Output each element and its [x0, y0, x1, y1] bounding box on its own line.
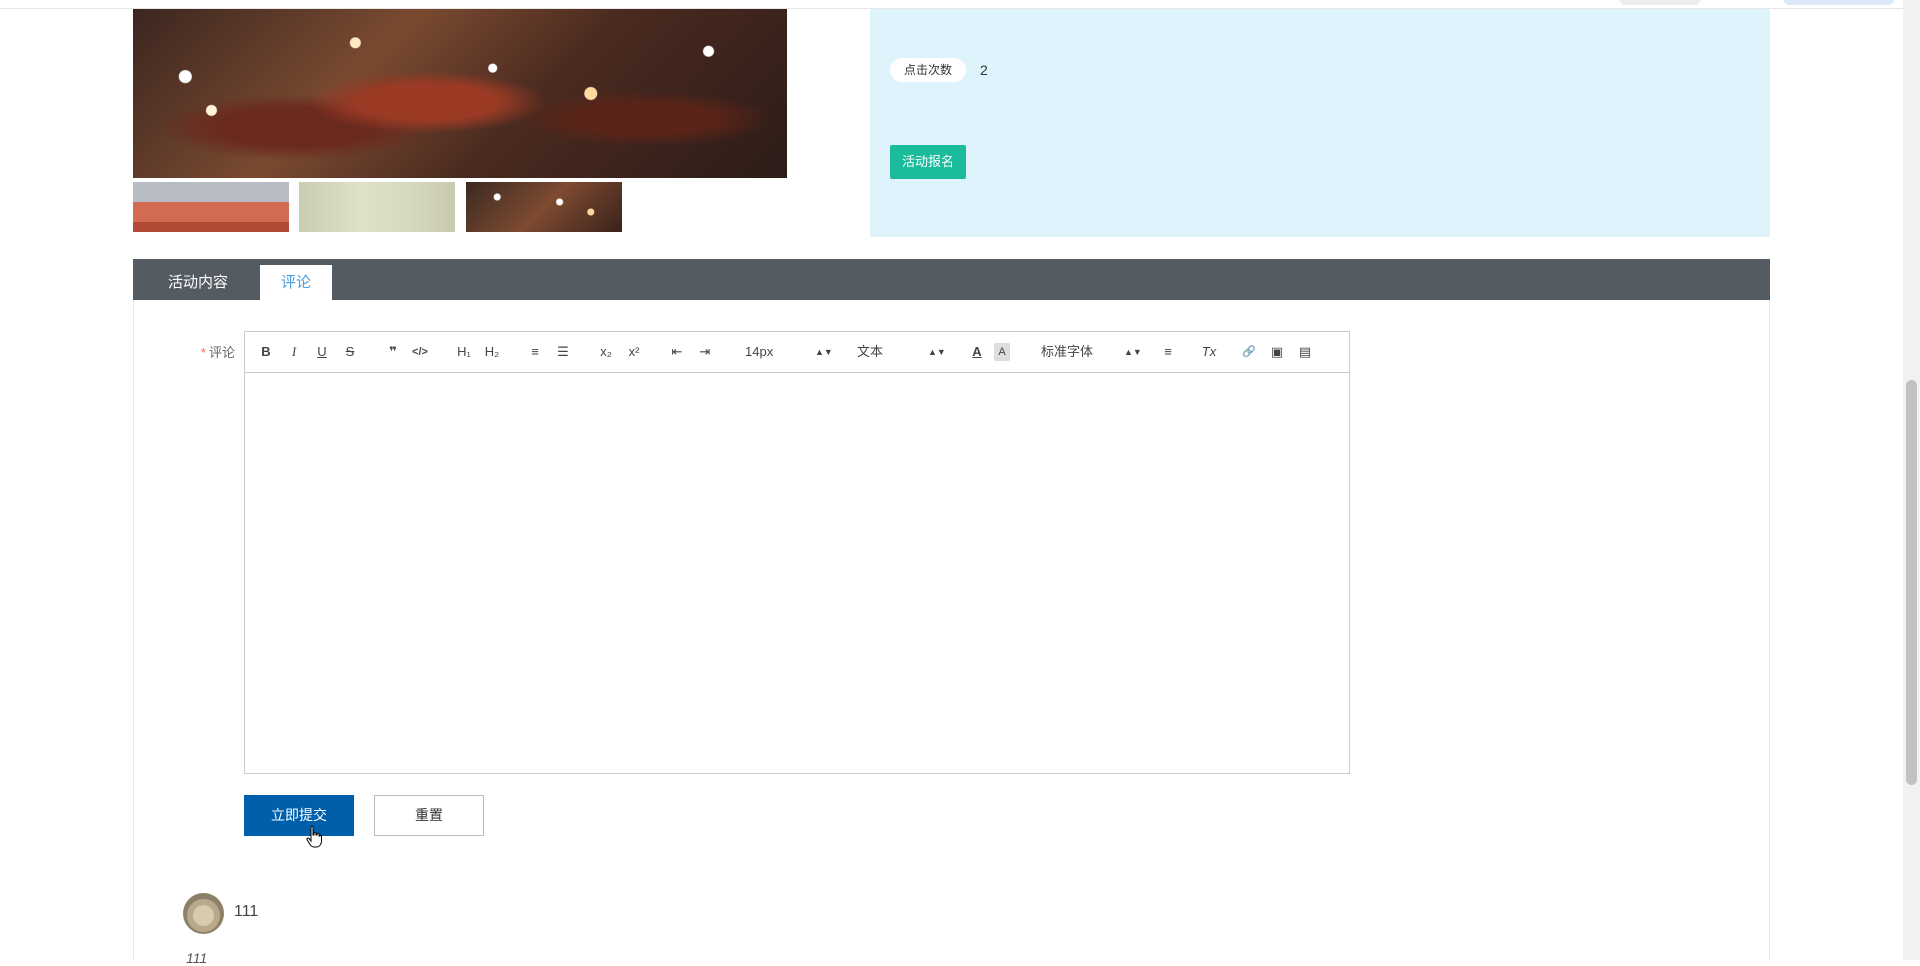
hand-cursor-icon — [306, 826, 322, 848]
font-size-select[interactable]: 14px — [745, 343, 805, 361]
tab-activity-content[interactable]: 活动内容 — [145, 265, 251, 300]
avatar — [183, 893, 224, 934]
heading-2-button[interactable]: H₂ — [481, 343, 503, 361]
subscript-button[interactable]: x₂ — [595, 343, 617, 361]
activity-signup-button[interactable]: 活动报名 — [890, 145, 966, 179]
click-count-label: 点击次数 — [890, 58, 967, 82]
reset-button[interactable]: 重置 — [374, 795, 484, 836]
align-icon[interactable]: ≡ — [1158, 343, 1178, 361]
activity-main-photo — [133, 9, 787, 178]
click-count-value: 2 — [980, 62, 988, 78]
ordered-list-icon[interactable]: ≡ — [525, 343, 545, 361]
comment-field-label: * 评论 — [170, 342, 235, 361]
header-control-edge[interactable] — [1620, 0, 1700, 5]
heading-1-button[interactable]: H₁ — [453, 343, 475, 361]
font-color-icon[interactable]: A — [967, 343, 987, 361]
bullet-list-icon[interactable]: ☰ — [553, 343, 573, 361]
blockquote-icon[interactable]: ❞ — [383, 343, 403, 361]
editor-toolbar: B I U S ❞ </> H₁ H₂ ≡ ☰ x₂ x² ⇤ ⇥ 14px ▲… — [245, 332, 1349, 373]
italic-button[interactable]: I — [284, 343, 304, 361]
outdent-icon[interactable]: ⇤ — [667, 343, 687, 361]
font-family-chevron-icon: ▲▼ — [1124, 347, 1142, 357]
code-block-icon[interactable]: </> — [410, 343, 430, 361]
clear-format-icon[interactable]: Tx — [1199, 343, 1219, 361]
activity-info-panel — [870, 9, 1770, 237]
image-icon[interactable]: ▣ — [1267, 343, 1287, 361]
tab-comments[interactable]: 评论 — [260, 265, 332, 300]
gallery-thumbnail[interactable] — [133, 182, 289, 232]
submit-button[interactable]: 立即提交 — [244, 795, 354, 836]
gallery-thumbnail[interactable] — [299, 182, 455, 232]
block-type-chevron-icon: ▲▼ — [928, 347, 946, 357]
bold-button[interactable]: B — [256, 343, 276, 361]
scrollbar-thumb[interactable] — [1906, 380, 1917, 785]
underline-button[interactable]: U — [312, 343, 332, 361]
required-mark: * — [200, 345, 206, 360]
strikethrough-button[interactable]: S — [340, 343, 360, 361]
block-type-select[interactable]: 文本 — [857, 343, 917, 361]
background-color-icon[interactable]: A — [994, 343, 1010, 361]
font-family-select[interactable]: 标准字体 — [1041, 343, 1121, 361]
comment-editor-area[interactable] — [245, 373, 1349, 773]
comment-text: 111 — [186, 950, 208, 966]
rich-text-editor: B I U S ❞ </> H₁ H₂ ≡ ☰ x₂ x² ⇤ ⇥ 14px ▲… — [244, 331, 1350, 774]
header-control-edge[interactable] — [1784, 0, 1894, 5]
superscript-button[interactable]: x² — [623, 343, 645, 361]
link-icon[interactable]: 🔗 — [1239, 343, 1259, 361]
comment-username: 111 — [234, 903, 259, 920]
video-icon[interactable]: ▤ — [1295, 343, 1315, 361]
tab-bar — [133, 259, 1770, 300]
indent-icon[interactable]: ⇥ — [695, 343, 715, 361]
font-size-chevron-icon: ▲▼ — [815, 347, 833, 357]
gallery-thumbnail[interactable] — [466, 182, 622, 232]
comment-label-text: 评论 — [208, 345, 235, 360]
